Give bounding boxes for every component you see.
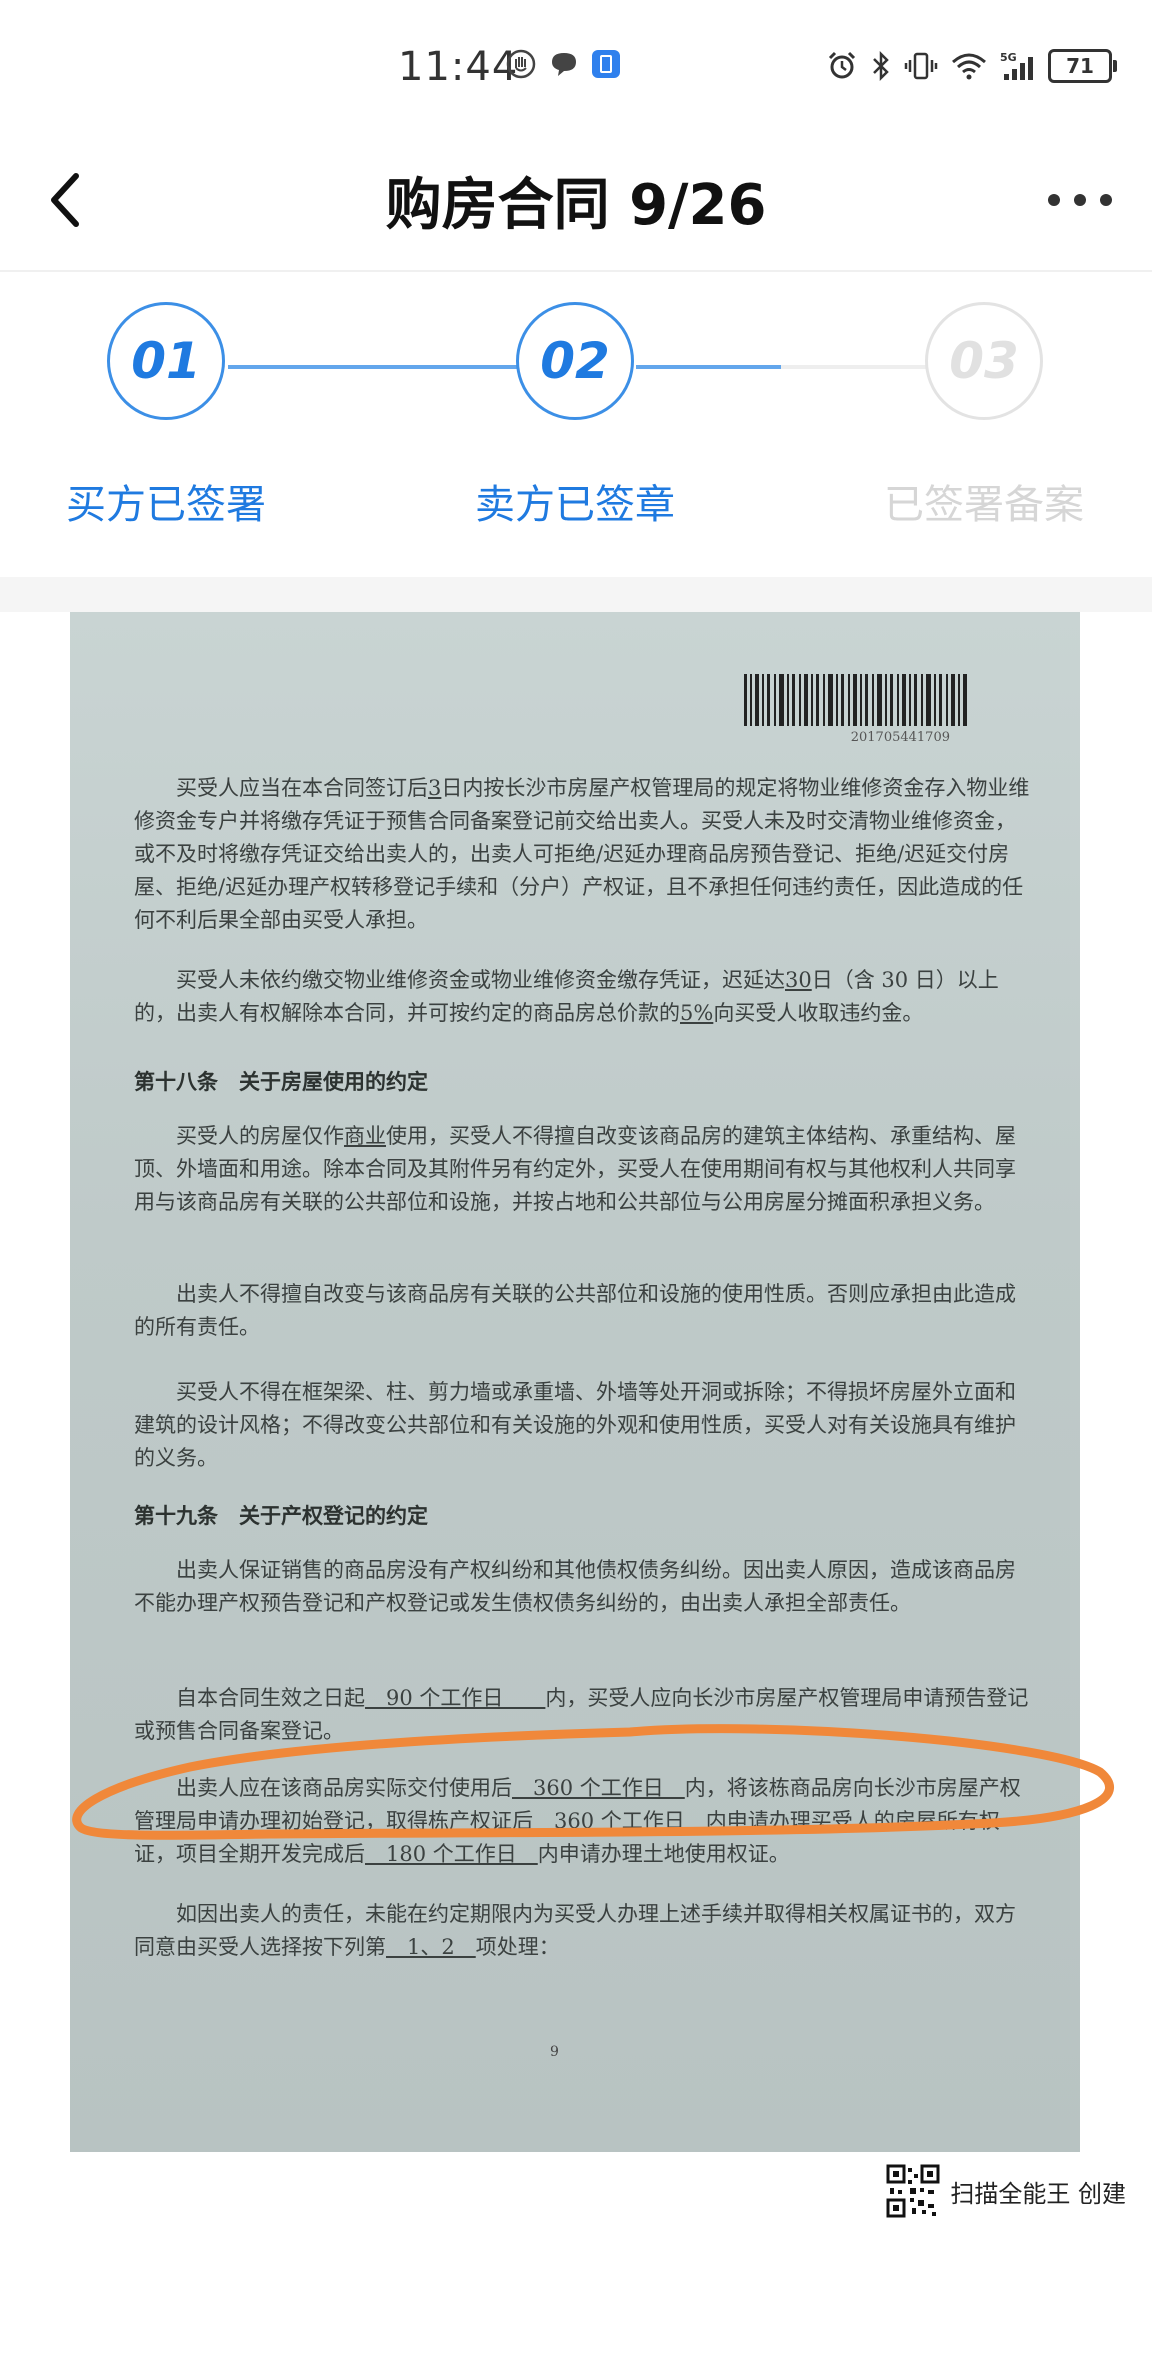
signal-icon: 5G bbox=[1000, 51, 1033, 80]
barcode-number: 201705441709 bbox=[850, 730, 950, 745]
status-time: 11:44 bbox=[398, 44, 519, 90]
step-3-circle: 03 bbox=[925, 302, 1043, 420]
message-icon bbox=[552, 53, 576, 76]
page-title: 购房合同 9/26 bbox=[385, 173, 767, 238]
top-app-bar: 购房合同 9/26 bbox=[0, 130, 1152, 272]
status-bar: 11:44 5G 71 bbox=[0, 0, 1152, 130]
hand-icon bbox=[506, 49, 536, 79]
watermark-text: 扫描全能王 创建 bbox=[950, 2179, 1126, 2208]
paragraph-structure: 买受人不得在框架梁、柱、剪力墙或承重墙、外墙等处开洞或拆除；不得损坏房屋外立面和… bbox=[134, 1380, 1016, 1470]
step-2-label: 卖方已签章 bbox=[475, 482, 675, 528]
page-number: 9 bbox=[550, 2044, 559, 2060]
paragraph-registration: 自本合同生效之日起 90 个工作日 内，买受人应向长沙市房屋产权管理局申请预告登… bbox=[134, 1686, 1029, 1743]
step-2-circle: 02 bbox=[516, 302, 634, 420]
signing-progress-steps: 01 02 03 买方已签署 卖方已签章 已签署备案 bbox=[0, 272, 1152, 577]
qr-code-icon bbox=[886, 2164, 941, 2218]
app-notification-icon bbox=[592, 50, 620, 78]
alarm-icon bbox=[828, 51, 856, 79]
more-options-icon[interactable] bbox=[1040, 160, 1120, 240]
article-18-heading: 第十八条 关于房屋使用的约定 bbox=[134, 1069, 428, 1094]
step-3-label: 已签署备案 bbox=[884, 482, 1084, 528]
scanner-watermark: 扫描全能王 创建 bbox=[886, 2164, 1126, 2218]
article-19-heading: 第十九条 关于产权登记的约定 bbox=[134, 1503, 428, 1528]
step-1-label: 买方已签署 bbox=[66, 482, 266, 528]
paragraph-seller-obligation: 出卖人不得擅自改变与该商品房有关联的公共部位和设施的使用性质。否则应承担由此造成… bbox=[134, 1282, 1016, 1339]
paragraph-house-use: 买受人的房屋仅作商业使用，买受人不得擅自改变该商品房的建筑主体结构、承重结构、屋… bbox=[134, 1124, 1016, 1214]
paragraph-title-guarantee: 出卖人保证销售的商品房没有产权纠纷和其他债权债务纠纷。因出卖人原因，造成该商品房… bbox=[134, 1558, 1016, 1615]
document-viewer[interactable]: 201705441709 买受人应当在本合同签订后3日内按长沙市房屋产权管理局的… bbox=[0, 612, 1152, 2376]
barcode-icon bbox=[744, 674, 967, 726]
contract-page-image[interactable]: 201705441709 买受人应当在本合同签订后3日内按长沙市房屋产权管理局的… bbox=[70, 612, 1080, 2152]
vibrate-icon bbox=[904, 52, 938, 80]
svg-text:5G: 5G bbox=[1000, 51, 1017, 64]
paragraph-seller-liability: 如因出卖人的责任，未能在约定期限内为买受人办理上述手续并取得相关权属证书的，双方… bbox=[134, 1902, 1016, 1959]
step-connector-2-active bbox=[636, 365, 781, 369]
paragraph-maintenance-fund: 买受人应当在本合同签订后3日内按长沙市房屋产权管理局的规定将物业维修资金存入物业… bbox=[134, 776, 1030, 932]
section-divider bbox=[0, 577, 1152, 612]
paragraph-property-certificate: 出卖人应在该商品房实际交付使用后 360 个工作日 内，将该栋商品房向长沙市房屋… bbox=[134, 1776, 1021, 1866]
paragraph-late-fund: 买受人未依约缴交物业维修资金或物业维修资金缴存凭证，迟延达30日（含 30 日）… bbox=[134, 968, 999, 1025]
bluetooth-icon bbox=[873, 50, 889, 82]
step-connector-2-pending bbox=[781, 365, 926, 369]
wifi-icon bbox=[952, 53, 986, 80]
battery-indicator: 71 bbox=[1048, 49, 1117, 83]
step-1-circle: 01 bbox=[107, 302, 225, 420]
step-connector-1 bbox=[228, 365, 518, 369]
battery-level: 71 bbox=[1066, 54, 1094, 78]
